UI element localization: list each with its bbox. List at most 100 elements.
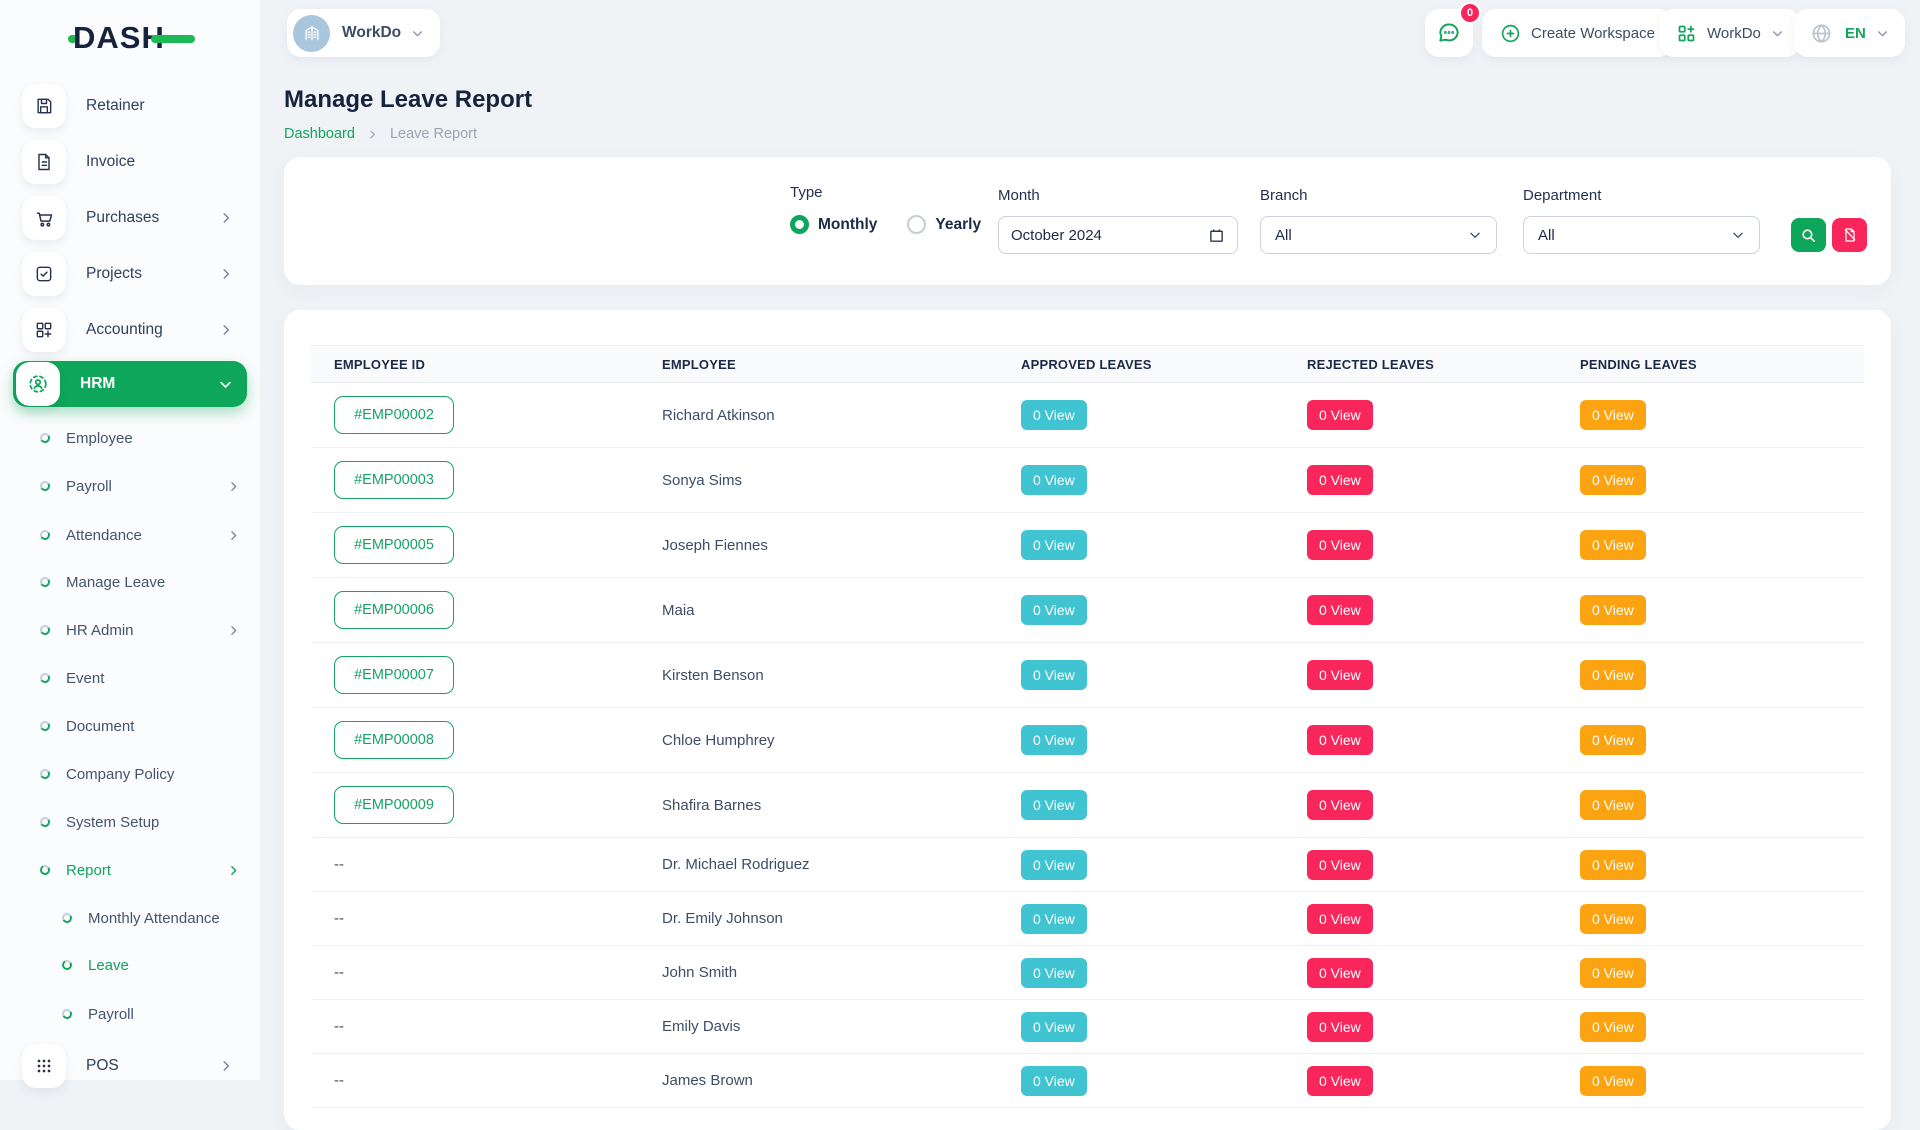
- sidebar-item-invoice[interactable]: Invoice: [13, 140, 247, 184]
- rejected-leaves-view-badge[interactable]: 0 View: [1307, 530, 1373, 560]
- rejected-leaves-view-badge[interactable]: 0 View: [1307, 660, 1373, 690]
- rejected-leaves-view-badge[interactable]: 0 View: [1307, 725, 1373, 755]
- filter-card: Type Monthly Yearly Month October 2024 B…: [284, 157, 1891, 285]
- search-button[interactable]: [1791, 218, 1826, 252]
- rejected-leaves-view-badge[interactable]: 0 View: [1307, 400, 1373, 430]
- pending-leaves-view-badge[interactable]: 0 View: [1580, 850, 1646, 880]
- approved-leaves-view-badge[interactable]: 0 View: [1021, 660, 1087, 690]
- chevron-down-icon: [1771, 27, 1784, 40]
- subnav-label: Monthly Attendance: [88, 910, 220, 927]
- save-icon: [22, 84, 66, 128]
- rejected-leaves-view-badge[interactable]: 0 View: [1307, 850, 1373, 880]
- approved-leaves-view-badge[interactable]: 0 View: [1021, 904, 1087, 934]
- create-workspace-button[interactable]: Create Workspace: [1482, 9, 1673, 57]
- department-select[interactable]: All: [1523, 216, 1760, 254]
- employee-id-badge[interactable]: #EMP00009: [334, 786, 454, 824]
- reset-button[interactable]: [1832, 218, 1867, 252]
- sidebar-item-payroll[interactable]: Payroll: [0, 471, 260, 501]
- column-header: EMPLOYEE: [639, 357, 998, 372]
- sidebar-item-event[interactable]: Event: [0, 663, 260, 693]
- rejected-leaves-view-badge[interactable]: 0 View: [1307, 904, 1373, 934]
- pending-leaves-view-badge[interactable]: 0 View: [1580, 958, 1646, 988]
- workspace-avatar: [293, 15, 330, 52]
- rejected-leaves-view-badge[interactable]: 0 View: [1307, 958, 1373, 988]
- table-row: -- Dr. Emily Johnson 0 View 0 View 0 Vie…: [311, 892, 1864, 946]
- breadcrumb-dashboard-link[interactable]: Dashboard: [284, 126, 355, 142]
- sidebar-item-monthly-attendance[interactable]: Monthly Attendance: [0, 903, 260, 933]
- rejected-leaves-view-badge[interactable]: 0 View: [1307, 465, 1373, 495]
- workdo-menu[interactable]: WorkDo: [1660, 9, 1800, 57]
- sidebar-item-document[interactable]: Document: [0, 711, 260, 741]
- employee-id-badge[interactable]: #EMP00002: [334, 396, 454, 434]
- table-row: -- Dr. Michael Rodriguez 0 View 0 View 0…: [311, 838, 1864, 892]
- sidebar-item-retainer[interactable]: Retainer: [13, 84, 247, 128]
- monthly-radio[interactable]: [790, 215, 809, 234]
- approved-leaves-view-badge[interactable]: 0 View: [1021, 958, 1087, 988]
- approved-leaves-view-badge[interactable]: 0 View: [1021, 400, 1087, 430]
- pending-leaves-view-badge[interactable]: 0 View: [1580, 400, 1646, 430]
- sidebar-item-report[interactable]: Report: [0, 855, 260, 885]
- pending-leaves-view-badge[interactable]: 0 View: [1580, 465, 1646, 495]
- messages-button[interactable]: 0: [1425, 9, 1473, 57]
- sidebar-item-manage-leave[interactable]: Manage Leave: [0, 567, 260, 597]
- pending-leaves-view-badge[interactable]: 0 View: [1580, 904, 1646, 934]
- bullet-icon: [39, 624, 51, 636]
- sidebar-item-leave-report[interactable]: Leave: [0, 950, 260, 980]
- branch-select[interactable]: All: [1260, 216, 1497, 254]
- table-row: #EMP00003 Sonya Sims 0 View 0 View 0 Vie…: [311, 448, 1864, 513]
- sidebar-item-company-policy[interactable]: Company Policy: [0, 759, 260, 789]
- table-header-row: EMPLOYEE ID EMPLOYEE APPROVED LEAVES REJ…: [311, 345, 1864, 383]
- sidebar-item-payroll-report[interactable]: Payroll: [0, 999, 260, 1029]
- monthly-radio-label[interactable]: Monthly: [818, 216, 877, 234]
- employee-id-badge[interactable]: #EMP00006: [334, 591, 454, 629]
- employee-id-badge[interactable]: #EMP00008: [334, 721, 454, 759]
- pending-leaves-view-badge[interactable]: 0 View: [1580, 595, 1646, 625]
- sidebar-item-accounting[interactable]: Accounting: [13, 308, 247, 352]
- app-logo[interactable]: DASH: [68, 20, 195, 56]
- employee-name: Sonya Sims: [639, 472, 998, 489]
- employee-name: Shafira Barnes: [639, 797, 998, 814]
- rejected-leaves-view-badge[interactable]: 0 View: [1307, 790, 1373, 820]
- workspace-switcher[interactable]: WorkDo: [287, 9, 440, 57]
- pending-leaves-view-badge[interactable]: 0 View: [1580, 790, 1646, 820]
- approved-leaves-view-badge[interactable]: 0 View: [1021, 725, 1087, 755]
- sidebar: DASH Retainer Invoice Purchases Projects: [0, 0, 260, 1080]
- bullet-icon: [39, 768, 51, 780]
- pending-leaves-view-badge[interactable]: 0 View: [1580, 1066, 1646, 1096]
- column-header: EMPLOYEE ID: [311, 357, 639, 372]
- employee-id-badge: --: [334, 910, 344, 927]
- sidebar-item-system-setup[interactable]: System Setup: [0, 807, 260, 837]
- employee-id-badge[interactable]: #EMP00003: [334, 461, 454, 499]
- sidebar-item-hrm[interactable]: HRM: [13, 361, 247, 407]
- yearly-radio-label[interactable]: Yearly: [935, 216, 981, 234]
- approved-leaves-view-badge[interactable]: 0 View: [1021, 790, 1087, 820]
- yearly-radio[interactable]: [907, 215, 926, 234]
- pending-leaves-view-badge[interactable]: 0 View: [1580, 660, 1646, 690]
- rejected-leaves-view-badge[interactable]: 0 View: [1307, 595, 1373, 625]
- employee-id-badge[interactable]: #EMP00005: [334, 526, 454, 564]
- month-input[interactable]: October 2024: [998, 216, 1238, 254]
- sidebar-item-employee[interactable]: Employee: [0, 423, 260, 453]
- approved-leaves-view-badge[interactable]: 0 View: [1021, 595, 1087, 625]
- pending-leaves-view-badge[interactable]: 0 View: [1580, 725, 1646, 755]
- department-label: Department: [1523, 187, 1760, 204]
- sidebar-item-projects[interactable]: Projects: [13, 252, 247, 296]
- approved-leaves-view-badge[interactable]: 0 View: [1021, 465, 1087, 495]
- sidebar-item-pos[interactable]: POS: [13, 1044, 247, 1088]
- subnav-label: Payroll: [88, 1006, 134, 1023]
- employee-id-badge[interactable]: #EMP00007: [334, 656, 454, 694]
- pending-leaves-view-badge[interactable]: 0 View: [1580, 530, 1646, 560]
- approved-leaves-view-badge[interactable]: 0 View: [1021, 530, 1087, 560]
- leave-report-table-card: EMPLOYEE ID EMPLOYEE APPROVED LEAVES REJ…: [284, 310, 1891, 1130]
- approved-leaves-view-badge[interactable]: 0 View: [1021, 1066, 1087, 1096]
- approved-leaves-view-badge[interactable]: 0 View: [1021, 850, 1087, 880]
- rejected-leaves-view-badge[interactable]: 0 View: [1307, 1012, 1373, 1042]
- sidebar-item-attendance[interactable]: Attendance: [0, 520, 260, 550]
- sidebar-item-hr-admin[interactable]: HR Admin: [0, 615, 260, 645]
- approved-leaves-view-badge[interactable]: 0 View: [1021, 1012, 1087, 1042]
- rejected-leaves-view-badge[interactable]: 0 View: [1307, 1066, 1373, 1096]
- pending-leaves-view-badge[interactable]: 0 View: [1580, 1012, 1646, 1042]
- language-selector[interactable]: EN: [1794, 9, 1905, 57]
- calendar-icon[interactable]: [1208, 227, 1225, 244]
- sidebar-item-purchases[interactable]: Purchases: [13, 196, 247, 240]
